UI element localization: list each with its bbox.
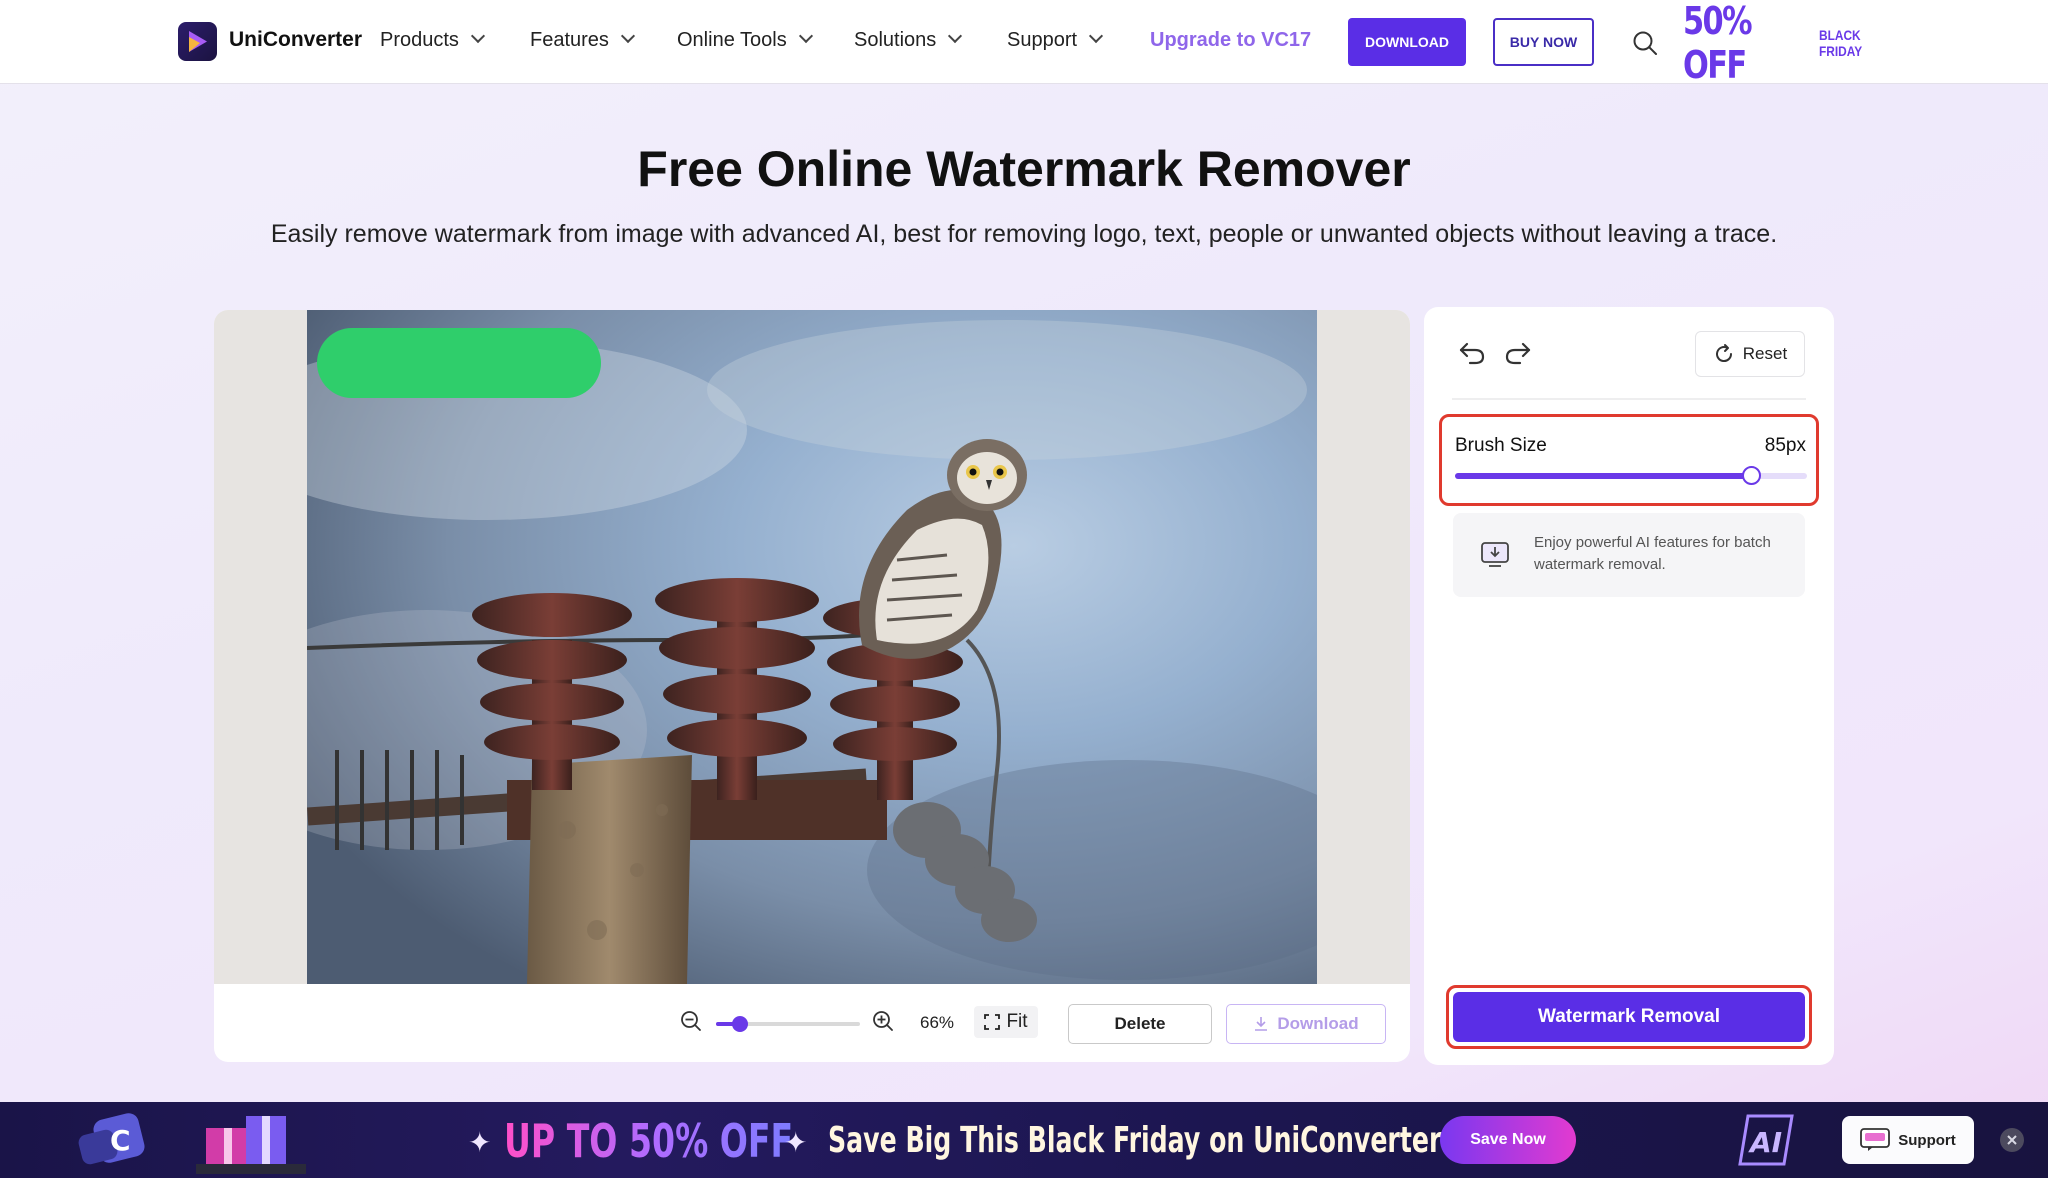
undo-icon[interactable]: [1458, 341, 1486, 365]
zoom-slider-handle[interactable]: [732, 1016, 749, 1032]
promo-friday: FRIDAY: [1819, 43, 1863, 59]
download-button[interactable]: DOWNLOAD: [1348, 18, 1466, 66]
svg-text:C: C: [110, 1124, 131, 1157]
download-result-label: Download: [1277, 1014, 1359, 1033]
support-chat-button[interactable]: Support: [1842, 1116, 1974, 1164]
nav-support[interactable]: Support: [1007, 28, 1104, 52]
nav-products-label: Products: [380, 29, 459, 51]
close-icon: [2007, 1135, 2017, 1145]
uploaded-photo-owl-on-power-pole[interactable]: [307, 310, 1317, 984]
nav-online-tools-label: Online Tools: [677, 29, 787, 51]
fit-button[interactable]: Fit: [974, 1006, 1038, 1038]
top-navbar: UniConverter Products Features Online To…: [0, 0, 2048, 87]
panel-divider: [1452, 398, 1806, 400]
zoom-in-icon[interactable]: [872, 1010, 894, 1032]
reset-label: Reset: [1742, 344, 1788, 363]
upgrade-link[interactable]: Upgrade to VC17: [1150, 29, 1311, 52]
zoom-slider[interactable]: [716, 1016, 860, 1032]
page-title: Free Online Watermark Remover: [637, 141, 1411, 197]
nav-online-tools[interactable]: Online Tools: [677, 28, 813, 52]
brush-size-slider-fill: [1455, 473, 1751, 479]
support-label: Support: [1898, 1131, 1956, 1149]
fit-label: Fit: [1006, 1011, 1028, 1032]
uniconverter-cube-icon: C: [78, 1113, 145, 1165]
close-banner-button[interactable]: [2000, 1128, 2024, 1152]
zoom-level: 66%: [920, 1013, 955, 1032]
zoom-out-icon[interactable]: [680, 1010, 702, 1032]
nav-support-label: Support: [1007, 29, 1078, 51]
redo-icon[interactable]: [1504, 341, 1532, 365]
sparkle-icon: ✦: [784, 1127, 808, 1158]
banner-discount: UP TO 50% OFF: [504, 1114, 794, 1168]
canvas-area[interactable]: [214, 310, 1410, 984]
chevron-down-icon: [1088, 28, 1104, 44]
batch-promo-card[interactable]: Enjoy powerful AI features for batch wat…: [1453, 513, 1805, 597]
gift-cart-icon: [196, 1116, 306, 1174]
nav-solutions[interactable]: Solutions: [854, 28, 963, 52]
delete-button[interactable]: Delete: [1068, 1004, 1212, 1044]
download-result-button[interactable]: Download: [1226, 1004, 1386, 1044]
brush-size-control: Brush Size 85px: [1439, 414, 1819, 506]
editor-toolbar: 66% Fit Delete Download: [214, 984, 1410, 1062]
nav-features-label: Features: [530, 29, 609, 51]
promo-label: BLACK FRIDAY: [1819, 27, 1862, 59]
nav-solutions-label: Solutions: [854, 29, 937, 51]
photo-illustration: [307, 310, 1317, 984]
brand-name[interactable]: UniConverter: [229, 28, 362, 52]
image-editor: 66% Fit Delete Download: [214, 310, 1410, 1062]
fit-screen-icon: [984, 1014, 1001, 1030]
promo-discount: 50% OFF: [1683, 0, 1753, 87]
watermark-removal-button[interactable]: Watermark Removal: [1453, 992, 1805, 1042]
nav-products[interactable]: Products: [380, 28, 486, 52]
save-now-button[interactable]: Save Now: [1440, 1116, 1576, 1164]
black-friday-banner[interactable]: C ✦ UP TO 50% OFF ✦ Save Big This Black …: [0, 1102, 2048, 1178]
uniconverter-logo[interactable]: [178, 22, 217, 61]
search-icon[interactable]: [1632, 30, 1658, 56]
banner-headline: Save Big This Black Friday on UniConvert…: [828, 1120, 1497, 1161]
chevron-down-icon: [798, 28, 813, 44]
sparkle-icon: ✦: [468, 1127, 492, 1158]
nav-features[interactable]: Features: [530, 28, 636, 52]
settings-panel: Reset Brush Size 85px Enjoy powerful AI …: [1424, 307, 1834, 1065]
brush-size-slider-handle[interactable]: [1741, 466, 1761, 485]
brush-size-label: Brush Size: [1455, 435, 1547, 456]
reset-button[interactable]: Reset: [1695, 331, 1805, 377]
black-friday-promo[interactable]: 50% OFF BLACK FRIDAY: [1683, 0, 1870, 87]
chevron-down-icon: [948, 28, 963, 44]
promo-black: BLACK: [1819, 27, 1861, 43]
brush-selection-mark[interactable]: [317, 328, 601, 398]
batch-promo-text: Enjoy powerful AI features for batch wat…: [1534, 534, 1771, 573]
page-subtitle: Easily remove watermark from image with …: [270, 220, 1778, 248]
chevron-down-icon: [470, 28, 486, 44]
chat-icon: [1860, 1128, 1891, 1151]
batch-download-icon: [1481, 542, 1509, 567]
buy-now-button[interactable]: BUY NOW: [1493, 18, 1594, 66]
download-icon: [1255, 1017, 1268, 1031]
chevron-down-icon: [620, 28, 636, 44]
svg-text:AI: AI: [1748, 1126, 1782, 1159]
brush-size-value: 85px: [1764, 435, 1806, 456]
reset-icon: [1715, 344, 1732, 363]
ai-badge-icon: AI: [1738, 1114, 1794, 1166]
brush-size-slider[interactable]: [1455, 466, 1807, 485]
